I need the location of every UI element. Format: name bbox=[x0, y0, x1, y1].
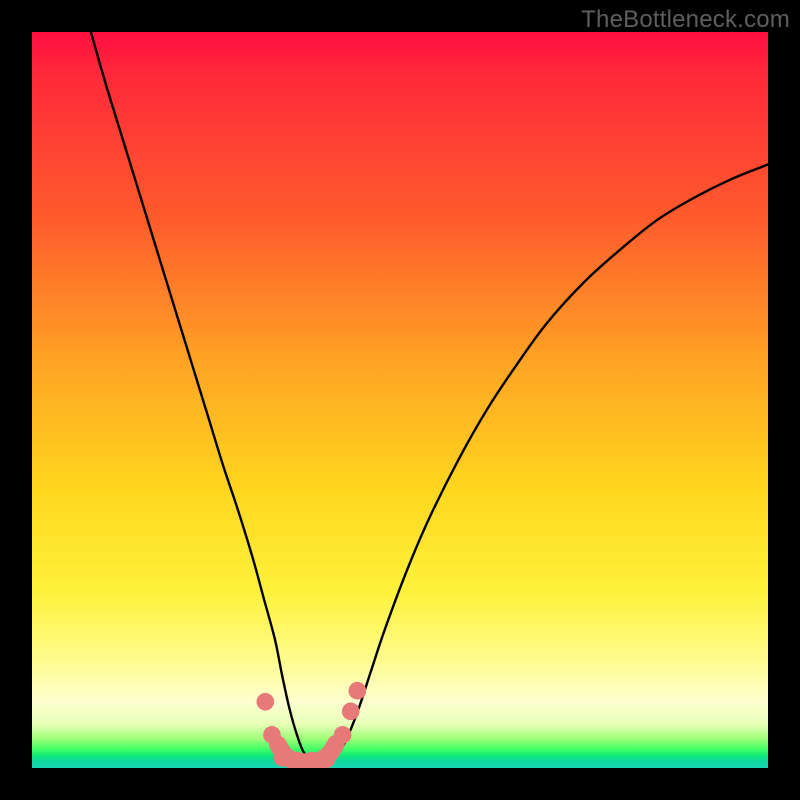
dot-right-mid bbox=[342, 703, 360, 721]
dot-left-upper bbox=[256, 693, 274, 711]
curve-layer bbox=[32, 32, 768, 768]
curve-markers bbox=[256, 682, 366, 768]
watermark-text: TheBottleneck.com bbox=[581, 6, 790, 34]
chart-frame: TheBottleneck.com bbox=[0, 0, 800, 800]
dot-right-upper bbox=[348, 682, 366, 700]
dot-left-lower bbox=[263, 726, 281, 744]
bottleneck-curve bbox=[91, 32, 768, 767]
plot-area bbox=[32, 32, 768, 768]
dot-bottom-1 bbox=[273, 749, 291, 767]
dot-right-lower bbox=[334, 726, 352, 744]
dot-bottom-4 bbox=[318, 750, 336, 768]
